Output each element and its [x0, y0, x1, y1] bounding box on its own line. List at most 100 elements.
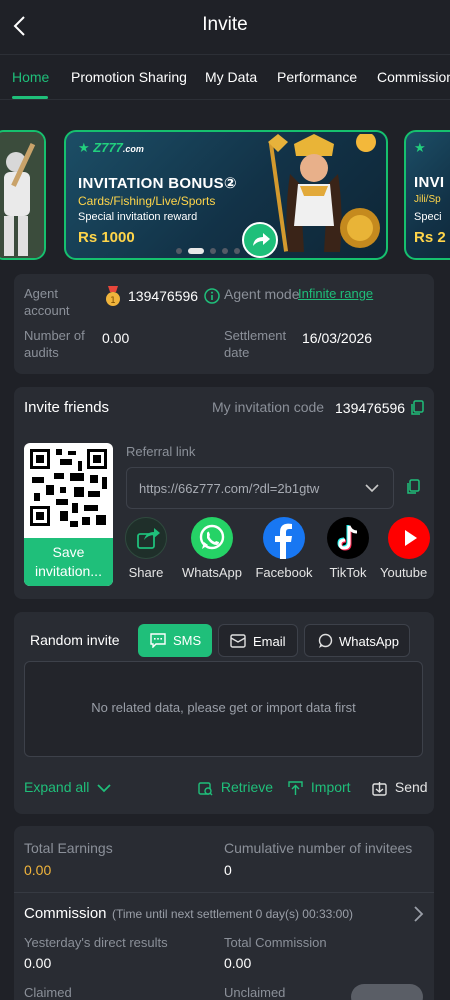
carousel-dot-active[interactable] — [188, 248, 204, 254]
banner-subtitle: Special invitation reward — [78, 211, 198, 223]
tiktok-icon — [327, 517, 369, 559]
banner-next-sub: Jili/Sp — [414, 194, 441, 205]
invitation-code-label: My invitation code — [212, 399, 325, 415]
whatsapp-label: WhatsApp — [182, 565, 242, 580]
import-button[interactable]: Import — [288, 779, 351, 796]
banner-card-prev[interactable] — [0, 130, 46, 260]
chevron-down-icon[interactable] — [365, 482, 379, 494]
info-icon[interactable] — [204, 288, 220, 304]
random-invite-label: Random invite — [30, 632, 120, 648]
banner-card-next[interactable]: ★ INVI Jili/Sp Speci Rs 2 — [404, 130, 450, 260]
share-arrow-icon[interactable] — [242, 222, 278, 258]
expand-all-button[interactable]: Expand all — [24, 779, 111, 795]
contacts-list-area[interactable]: No related data, please get or import da… — [24, 661, 423, 757]
cricket-player-icon — [0, 132, 44, 258]
total-commission-value: 0.00 — [224, 955, 252, 971]
channel-tab-sms[interactable]: SMS — [138, 624, 212, 657]
agent-account-label: Agent account — [24, 286, 70, 318]
banner-categories: Cards/Fishing/Live/Sports — [78, 194, 216, 208]
carousel-dot[interactable] — [176, 248, 182, 254]
expand-all-label: Expand all — [24, 779, 90, 795]
tab-active-indicator — [12, 96, 48, 99]
referral-link-value: https://66z777.com/?dl=2b1gtw — [139, 481, 320, 496]
banner-next-note: Speci — [414, 211, 442, 223]
youtube-icon — [388, 517, 430, 559]
brand-logo: ★ Z777.com — [78, 140, 144, 155]
referral-link-label: Referral link — [126, 444, 196, 459]
unclaimed-label: Unclaimed — [224, 985, 286, 1000]
send-icon — [372, 781, 387, 796]
referral-link-field[interactable]: https://66z777.com/?dl=2b1gtw — [126, 467, 394, 509]
youtube-label: Youtube — [380, 565, 428, 580]
import-label: Import — [310, 779, 351, 795]
retrieve-label: Retrieve — [220, 779, 274, 795]
share-button[interactable]: Share — [120, 517, 172, 580]
claimed-label: Claimed — [24, 985, 72, 1000]
yesterday-results-label: Yesterday's direct results — [24, 935, 168, 950]
audits-value: 0.00 — [102, 330, 130, 346]
whatsapp-share-button[interactable]: WhatsApp — [182, 517, 242, 580]
banner-next-title: INVI — [414, 174, 445, 191]
save-invitation-button[interactable]: Save invitation... — [24, 538, 113, 586]
qr-code-icon — [30, 449, 107, 527]
banner-carousel[interactable]: ★ Z777.com INVITATION BONUS② Cards/Fishi… — [0, 100, 450, 262]
tiktok-label: TikTok — [329, 565, 367, 580]
claim-button[interactable] — [351, 984, 423, 1000]
retrieve-icon — [198, 781, 213, 796]
facebook-label: Facebook — [255, 565, 313, 580]
invite-friends-panel: Invite friends My invitation code 139476… — [14, 387, 434, 599]
whatsapp-icon — [191, 517, 233, 559]
banner-card-invitation[interactable]: ★ Z777.com INVITATION BONUS② Cards/Fishi… — [64, 130, 388, 260]
import-icon — [288, 781, 303, 796]
channel-email-label: Email — [253, 634, 286, 649]
tab-home[interactable]: Home — [12, 69, 49, 85]
tab-commission[interactable]: Commission — [377, 69, 450, 85]
divider — [14, 892, 434, 893]
settlement-label: Settlement date — [224, 328, 287, 360]
banner-amount: Rs 1000 — [78, 229, 135, 246]
commission-countdown: (Time until next settlement 0 day(s) 00:… — [112, 907, 353, 921]
channel-whatsapp-label: WhatsApp — [339, 634, 399, 649]
carousel-dot[interactable] — [234, 248, 240, 254]
banner-next-amount: Rs 2 — [414, 229, 446, 246]
earnings-panel: Total Earnings 0.00 Cumulative number of… — [14, 826, 434, 1000]
commission-header[interactable]: Commission (Time until next settlement 0… — [24, 905, 424, 925]
carousel-dot[interactable] — [210, 248, 216, 254]
retrieve-button[interactable]: Retrieve — [198, 779, 273, 796]
channel-tab-email[interactable]: Email — [218, 624, 298, 657]
tab-promotion-sharing[interactable]: Promotion Sharing — [71, 69, 187, 85]
total-commission-label: Total Commission — [224, 935, 327, 950]
invitation-code-value: 139476596 — [335, 400, 406, 416]
facebook-share-button[interactable]: Facebook — [254, 517, 314, 580]
youtube-share-button[interactable]: Youtube — [380, 517, 434, 580]
qr-code-card[interactable]: Save invitation... — [24, 443, 113, 586]
copy-code-icon[interactable] — [410, 400, 424, 416]
tab-performance[interactable]: Performance — [277, 69, 357, 85]
page-title: Invite — [202, 14, 248, 35]
total-earnings-label: Total Earnings — [24, 840, 113, 856]
svg-text:1: 1 — [110, 296, 116, 306]
chevron-right-icon — [412, 905, 424, 923]
copy-link-icon[interactable] — [406, 479, 420, 495]
chevron-down-icon — [97, 783, 111, 793]
brand-logo-next: ★ — [414, 140, 426, 155]
share-icon — [125, 517, 167, 559]
send-button[interactable]: Send — [372, 779, 428, 796]
whatsapp-outline-icon — [317, 633, 333, 649]
tab-my-data[interactable]: My Data — [205, 69, 257, 85]
tab-bar: Home Promotion Sharing My Data Performan… — [0, 54, 450, 100]
send-label: Send — [394, 779, 428, 795]
invitees-value: 0 — [224, 862, 232, 878]
yesterday-results-value: 0.00 — [24, 955, 52, 971]
facebook-icon — [263, 517, 305, 559]
carousel-dot[interactable] — [222, 248, 228, 254]
banner-title: INVITATION BONUS② — [78, 175, 237, 192]
agent-mode-link[interactable]: Infinite range — [298, 286, 373, 301]
settlement-value: 16/03/2026 — [302, 330, 373, 346]
channel-tab-whatsapp[interactable]: WhatsApp — [304, 624, 410, 657]
total-earnings-value: 0.00 — [24, 862, 52, 878]
agent-account-value: 139476596 — [128, 288, 199, 304]
email-icon — [230, 634, 246, 648]
tiktok-share-button[interactable]: TikTok — [322, 517, 374, 580]
sms-icon — [150, 633, 166, 648]
